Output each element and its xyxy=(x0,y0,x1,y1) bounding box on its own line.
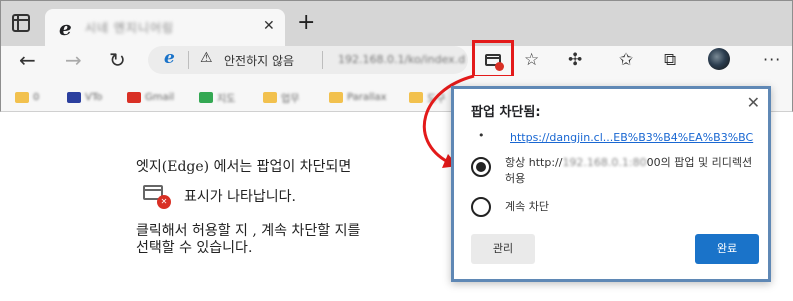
extensions-icon[interactable]: ✣ xyxy=(568,50,582,70)
site-icon xyxy=(67,92,81,103)
divider xyxy=(188,51,189,69)
forward-button[interactable]: → xyxy=(65,49,82,71)
folder-icon xyxy=(329,92,343,103)
favorite-item[interactable]: Parallax xyxy=(329,87,387,103)
add-favorite-icon[interactable]: ☆ xyxy=(524,50,539,70)
tab-close-icon[interactable]: ✕ xyxy=(263,18,275,34)
favorite-item[interactable]: 업무 xyxy=(263,87,299,105)
refresh-button[interactable]: ↻ xyxy=(109,49,126,71)
maps-icon xyxy=(199,92,213,103)
dialog-title: 팝업 차단됨: xyxy=(471,105,541,120)
popup-blocked-dialog: ✕ 팝업 차단됨: • https://dangjin.cl...EB%B3%B… xyxy=(451,86,771,282)
radio-block-label[interactable]: 계속 차단 xyxy=(505,199,549,215)
favorite-item[interactable]: 0 xyxy=(15,87,39,103)
warning-icon[interactable]: ⚠ xyxy=(200,50,213,66)
favorites-icon[interactable]: ✩ xyxy=(619,50,633,70)
collections-icon[interactable]: ⧉ xyxy=(664,50,676,70)
more-menu-icon[interactable]: ··· xyxy=(763,50,781,69)
manage-button[interactable]: 관리 xyxy=(471,234,535,264)
edge-page-icon: e xyxy=(164,48,175,68)
folder-icon xyxy=(15,92,29,103)
new-tab-button[interactable]: + xyxy=(297,12,315,34)
url-text[interactable]: 192.168.0.1/ko/index.d xyxy=(338,53,465,66)
blocked-badge-icon: ✕ xyxy=(157,195,171,209)
instruction-line-1: 엣지(Edge) 에서는 팝업이 차단되면 xyxy=(136,159,352,175)
favorite-item[interactable]: Gmail xyxy=(127,87,174,103)
radio-allow-label[interactable]: 항상 http://192.168.0.1:8000의 팝업 및 리디렉션 허용 xyxy=(505,155,752,187)
instruction-line-2: 표시가 나타납니다. xyxy=(184,189,296,205)
back-button[interactable]: ← xyxy=(19,49,36,71)
close-icon[interactable]: ✕ xyxy=(747,93,760,112)
favorite-item[interactable]: 지도 xyxy=(199,87,235,105)
list-bullet: • xyxy=(478,129,485,142)
blocked-popup-link[interactable]: https://dangjin.cl...EB%B3%B4%EA%B3%BC xyxy=(510,131,753,144)
folder-icon xyxy=(263,92,277,103)
tab-title: 시네 엔지니어링 xyxy=(85,21,175,35)
edge-favicon-icon: e xyxy=(59,16,72,40)
done-button[interactable]: 완료 xyxy=(695,234,759,264)
radio-block[interactable] xyxy=(471,197,491,217)
security-label[interactable]: 안전하지 않음 xyxy=(224,52,294,69)
browser-tab[interactable]: e 시네 엔지니어링 ✕ xyxy=(45,9,285,47)
radio-allow[interactable] xyxy=(471,157,491,177)
gmail-icon xyxy=(127,92,141,103)
tab-actions-icon[interactable] xyxy=(12,14,30,32)
favorite-item[interactable]: VTo xyxy=(67,87,102,103)
instruction-line-4: 선택할 수 있습니다. xyxy=(136,240,253,256)
profile-avatar[interactable] xyxy=(708,48,730,70)
divider xyxy=(322,51,323,69)
tab-strip: e 시네 엔지니어링 ✕ + xyxy=(0,0,793,47)
